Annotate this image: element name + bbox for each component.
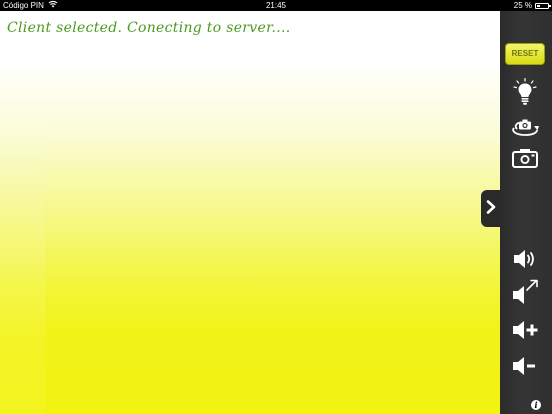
- rotate-camera-icon: [510, 117, 540, 137]
- rotate-camera-button[interactable]: [511, 115, 539, 139]
- lightbulb-button[interactable]: [511, 78, 539, 106]
- volume-expand-icon: [511, 279, 539, 305]
- volume-up-icon: [511, 319, 539, 341]
- info-icon[interactable]: i: [531, 400, 541, 410]
- panel-toggle-tab[interactable]: [481, 190, 501, 227]
- volume-up-button[interactable]: [511, 318, 539, 342]
- status-right: 25 %: [513, 0, 551, 11]
- lightbulb-icon: [512, 78, 538, 106]
- volume-button[interactable]: [511, 247, 539, 271]
- canvas-edge-stripe: [0, 11, 45, 414]
- volume-down-icon: [511, 355, 539, 377]
- volume-expand-button[interactable]: [511, 279, 539, 305]
- status-bar: Código PIN 21:45 25 %: [0, 0, 552, 11]
- connection-status-message: Client selected. Conecting to server....: [7, 20, 291, 36]
- reset-button[interactable]: RESET: [505, 43, 545, 65]
- camera-icon: [512, 147, 538, 169]
- volume-icon: [512, 248, 538, 270]
- clock: 21:45: [265, 1, 287, 10]
- camera-button[interactable]: [511, 146, 539, 170]
- battery-fill: [537, 4, 540, 7]
- chevron-right-icon: [486, 199, 496, 218]
- touch-canvas[interactable]: Client selected. Conecting to server....: [0, 11, 500, 414]
- battery-percent: 25 %: [513, 1, 532, 10]
- side-toolbar: RESET: [500, 11, 552, 414]
- volume-down-button[interactable]: [511, 354, 539, 378]
- battery-icon: [535, 2, 551, 9]
